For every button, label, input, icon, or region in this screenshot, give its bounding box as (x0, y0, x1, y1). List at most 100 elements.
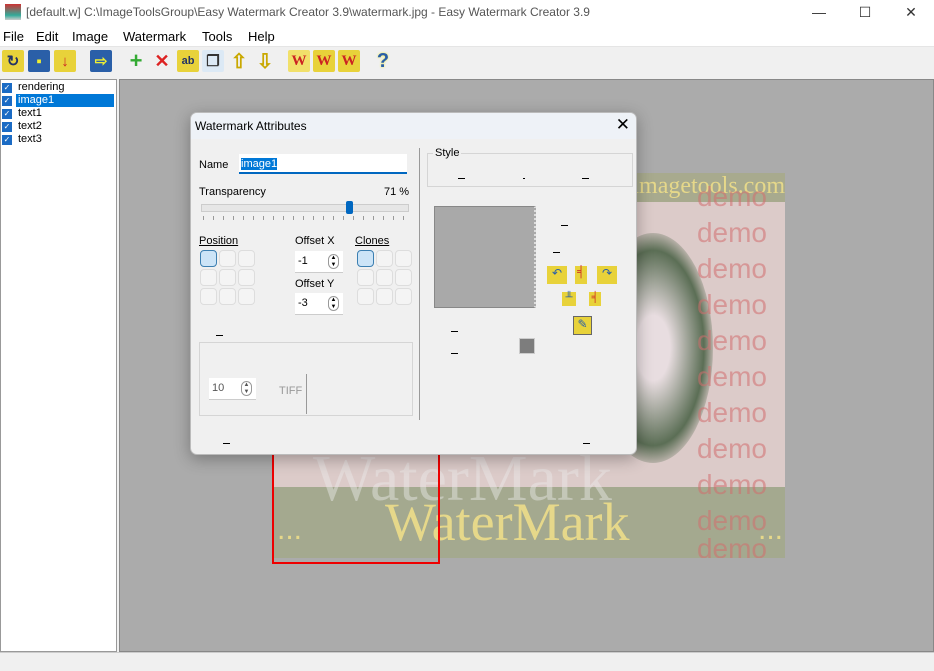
menu-help[interactable]: Help (248, 29, 275, 44)
clones-cell[interactable] (395, 288, 412, 305)
size-value: 10 (212, 382, 225, 394)
offset-y-label: Offset Y (295, 278, 335, 290)
position-cell[interactable] (238, 250, 255, 267)
rotate-right-icon[interactable]: ↷ (597, 266, 617, 284)
divider (306, 374, 307, 414)
unlabeled-text (451, 331, 458, 332)
unlabeled-text (583, 443, 590, 444)
demo-text: demo (696, 181, 767, 212)
text-icon[interactable]: ab (177, 50, 199, 72)
dialog-close-button[interactable]: ✕ (616, 115, 630, 135)
layer-label: rendering (18, 81, 65, 93)
menu-image[interactable]: Image (72, 29, 108, 44)
layer-item-text1[interactable]: ✓ text1 (2, 107, 44, 120)
position-cell[interactable] (219, 288, 236, 305)
unlabeled-text (458, 178, 465, 179)
offset-x-stepper[interactable]: -1 ▲ ▼ (295, 251, 343, 273)
menu-tools[interactable]: Tools (202, 29, 232, 44)
mirror-icon[interactable]: ╡ (589, 292, 601, 306)
open-project-icon[interactable]: ↻ (2, 50, 24, 72)
rotate-left-icon[interactable]: ↶ (547, 266, 567, 284)
demo-text: demo (696, 469, 767, 500)
watermark-folder-icon[interactable]: W (313, 50, 335, 72)
help-icon[interactable]: ? (372, 50, 394, 72)
transparency-slider-track[interactable] (201, 204, 409, 212)
position-cell[interactable] (200, 250, 217, 267)
position-cell[interactable] (238, 269, 255, 286)
layer-item-text2[interactable]: ✓ text2 (2, 120, 44, 133)
edit-pencil-icon[interactable]: ✎ (573, 316, 592, 335)
name-input[interactable]: image1 (239, 154, 407, 174)
transparency-label: Transparency (199, 186, 266, 198)
delete-icon[interactable]: ✕ (151, 50, 173, 72)
menu-edit[interactable]: Edit (36, 29, 58, 44)
close-button[interactable]: ✕ (888, 0, 934, 25)
spin-arrows-icon[interactable]: ▲ ▼ (328, 296, 339, 311)
name-label: Name (199, 159, 229, 171)
window-title: [default.w] C:\ImageToolsGroup\Easy Wate… (26, 5, 590, 19)
clones-cell[interactable] (395, 250, 412, 267)
position-cell[interactable] (200, 269, 217, 286)
checkbox-icon[interactable]: ✓ (2, 82, 12, 93)
unlabeled-text (523, 178, 525, 179)
transparency-slider-thumb[interactable] (345, 201, 353, 214)
layer-item-image1[interactable]: ✓ image1 (2, 94, 114, 107)
unlabeled-text (216, 335, 223, 336)
offset-y-stepper[interactable]: -3 ▲ ▼ (295, 293, 343, 315)
add-icon[interactable]: + (125, 48, 147, 73)
layer-item-text3[interactable]: ✓ text3 (2, 133, 44, 146)
offset-y-value: -3 (298, 297, 308, 309)
offset-x-label: Offset X (295, 235, 335, 247)
unlabeled-text (451, 353, 458, 354)
clones-cell[interactable] (376, 250, 393, 267)
checkbox-icon[interactable]: ✓ (2, 134, 12, 145)
import-icon[interactable]: ↓ (54, 50, 76, 72)
divider (419, 148, 420, 420)
position-cell[interactable] (238, 288, 255, 305)
dialog-title: Watermark Attributes (195, 119, 307, 133)
demo-text: demo (696, 325, 767, 356)
slider-ticks (203, 216, 409, 220)
dots-right: ... (757, 513, 783, 546)
position-cell[interactable] (219, 269, 236, 286)
layer-label: image1 (16, 94, 114, 107)
clones-cell[interactable] (357, 250, 374, 267)
move-down-icon[interactable]: ⇩ (254, 50, 276, 73)
checkbox-icon[interactable]: ✓ (2, 95, 12, 106)
clones-cell[interactable] (357, 288, 374, 305)
size-stepper[interactable]: 10 ▲ ▼ (209, 378, 256, 400)
position-cell[interactable] (219, 250, 236, 267)
maximize-button[interactable]: ☐ (842, 0, 888, 25)
checkbox-icon[interactable]: ✓ (2, 108, 12, 119)
clones-cell[interactable] (376, 288, 393, 305)
clones-label: Clones (355, 235, 390, 247)
menu-watermark[interactable]: Watermark (123, 29, 186, 44)
menu-file[interactable]: File (3, 29, 24, 44)
clones-cell[interactable] (357, 269, 374, 286)
position-cell[interactable] (200, 288, 217, 305)
layer-label: text1 (18, 107, 42, 119)
format-label: TIFF (279, 385, 303, 397)
spin-arrows-icon[interactable]: ▲ ▼ (241, 381, 252, 396)
color-swatch[interactable] (519, 338, 535, 354)
clones-cell[interactable] (395, 269, 412, 286)
flip-vertical-icon[interactable]: ╨ (562, 292, 576, 306)
unlabeled-text (561, 225, 568, 226)
image-icon[interactable]: ⇨ (90, 50, 112, 72)
duplicate-icon[interactable]: ❐ (202, 50, 224, 72)
move-up-icon[interactable]: ⇧ (228, 50, 250, 73)
watermark-file-icon[interactable]: W (288, 50, 310, 72)
toolbar: ↻ ▪ ↓ ⇨ + ✕ ab ❐ ⇧ ⇩ W W W ? (0, 47, 934, 77)
unlabeled-text (223, 443, 230, 444)
save-project-icon[interactable]: ▪ (28, 50, 50, 72)
clones-cell[interactable] (376, 269, 393, 286)
watermark-save-icon[interactable]: W (338, 50, 360, 72)
flip-horizontal-icon[interactable]: ╡ (575, 266, 587, 284)
spin-arrows-icon[interactable]: ▲ ▼ (328, 254, 339, 269)
checkbox-icon[interactable]: ✓ (2, 121, 12, 132)
watermark-attributes-dialog: Watermark Attributes ✕ Name image1 Trans… (190, 112, 637, 455)
demo-text: demo (696, 361, 767, 392)
minimize-button[interactable]: — (796, 0, 842, 25)
layer-item-rendering[interactable]: ✓ rendering (2, 81, 66, 94)
demo-text: demo (696, 253, 767, 284)
